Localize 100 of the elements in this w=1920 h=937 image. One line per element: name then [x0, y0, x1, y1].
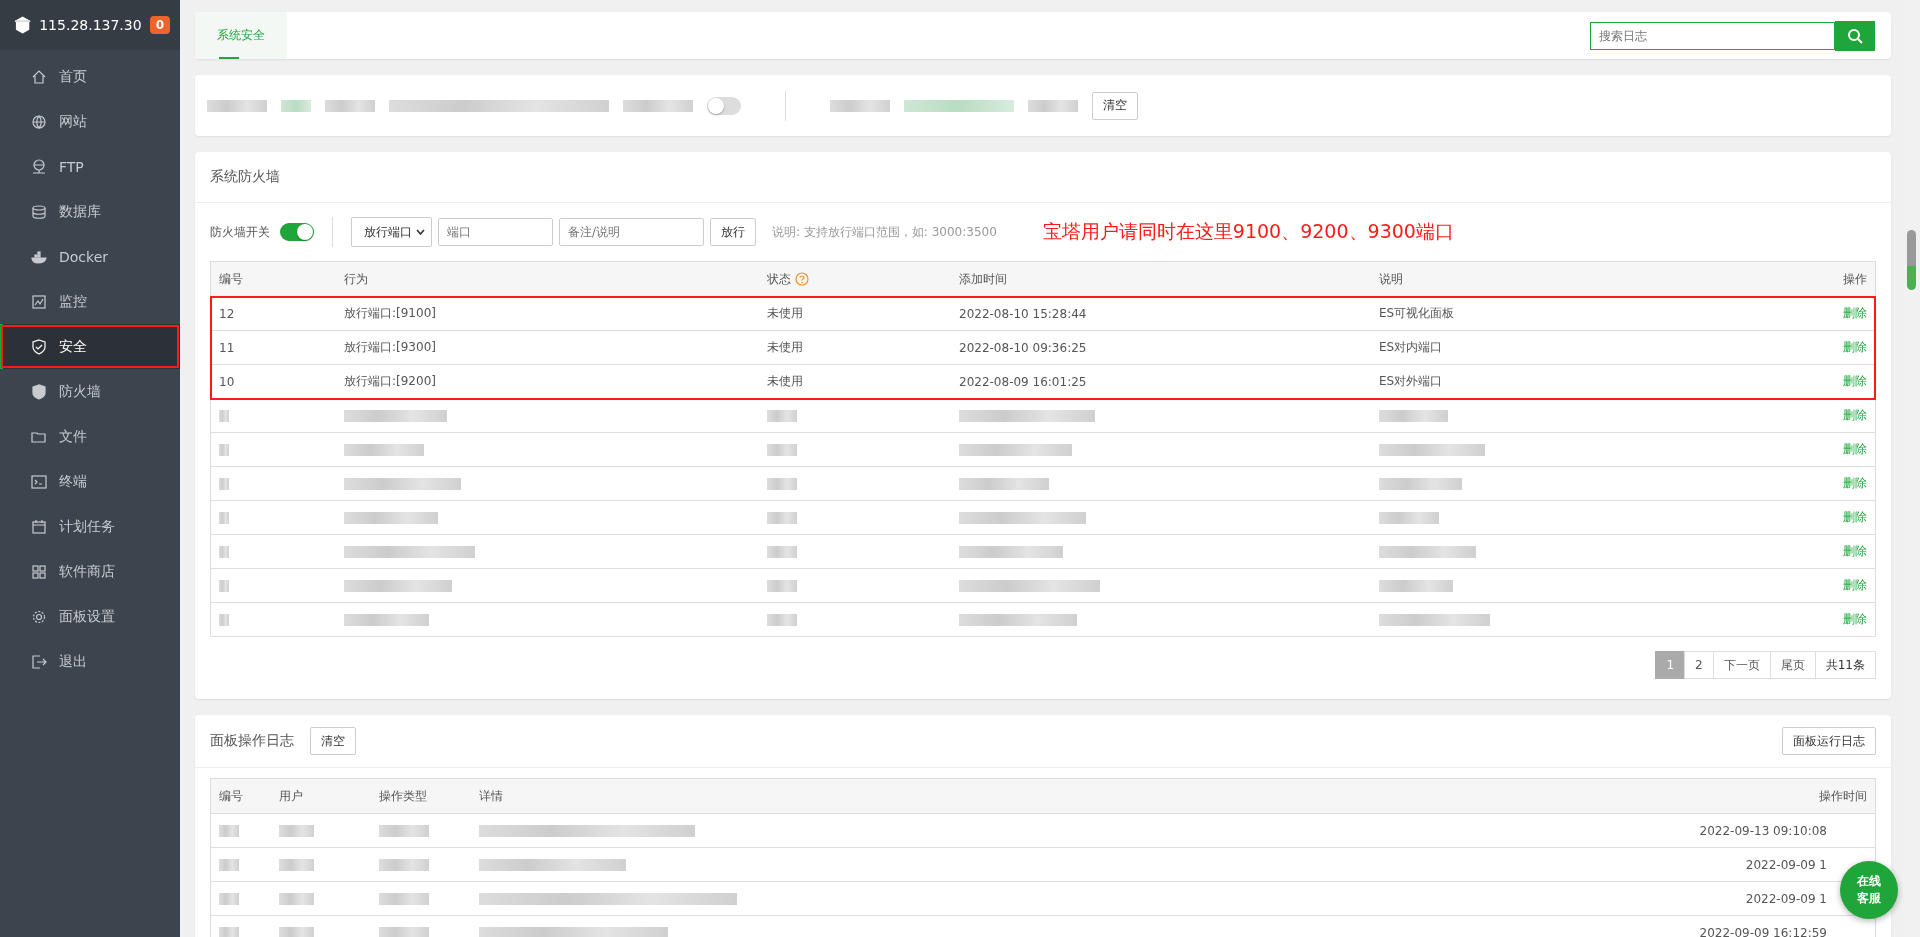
column-header: 操作类型: [378, 787, 428, 805]
table-cell-text: 未使用: [766, 373, 804, 390]
note-field[interactable]: 备注/说明: [559, 218, 704, 246]
exit-icon: [31, 653, 47, 670]
delete-link[interactable]: 删除: [1843, 475, 1867, 492]
blurred-text: [279, 858, 314, 871]
monitor-icon: [31, 293, 47, 310]
column-header: 添加时间: [958, 270, 1008, 288]
annotation-text: 宝塔用户请同时在这里9100、9200、9300端口: [1042, 219, 1454, 244]
table-cell-text: 放行端口:[9100]: [343, 305, 437, 322]
delete-link[interactable]: 删除: [1843, 407, 1867, 424]
blurred-text: [325, 99, 375, 112]
sidebar-item[interactable]: FTP: [0, 144, 180, 189]
last-page-button[interactable]: 尾页: [1769, 651, 1816, 679]
caret-icon: [416, 229, 425, 235]
log-time: 2022-09-09 16:12:59: [1699, 925, 1827, 937]
sidebar-item[interactable]: 退出: [0, 639, 180, 684]
page-button[interactable]: 2: [1684, 651, 1714, 679]
delete-link[interactable]: 删除: [1843, 543, 1867, 560]
section-title: 面板操作日志: [210, 732, 294, 750]
search-icon: [1847, 27, 1863, 44]
blurred-text: [279, 926, 314, 937]
globe-icon: [31, 113, 47, 130]
log-time: 2022-09-13 09:10:08: [1699, 823, 1827, 838]
blurred-text: [279, 892, 314, 905]
server-address: 115.28.137.30: [39, 17, 142, 33]
table-cell-text: 11: [218, 340, 236, 355]
delete-link[interactable]: 删除: [1843, 611, 1867, 628]
search-button[interactable]: [1835, 20, 1875, 51]
blurred-text: [767, 409, 797, 422]
notification-badge[interactable]: 0: [149, 16, 170, 34]
column-header: 说明: [1378, 270, 1404, 288]
sidebar-item[interactable]: 网站: [0, 99, 180, 144]
table-cell-text: ES可视化面板: [1378, 305, 1456, 322]
blurred-text: [219, 477, 229, 490]
blurred-text: [219, 858, 239, 871]
column-header: 用户: [278, 787, 304, 805]
blurred-text: [219, 613, 229, 626]
delete-link[interactable]: 删除: [1843, 441, 1867, 458]
sidebar-item[interactable]: 防火墙: [0, 369, 180, 414]
column-header: 操作时间: [1818, 787, 1868, 805]
sidebar-item[interactable]: 首页: [0, 54, 180, 99]
allow-button[interactable]: 放行: [710, 218, 756, 246]
table-cell-text: 未使用: [766, 305, 804, 322]
next-page-button[interactable]: 下一页: [1712, 651, 1771, 679]
firewall-switch[interactable]: [280, 223, 314, 241]
search-field[interactable]: 搜索日志: [1590, 21, 1835, 50]
clear-button[interactable]: 清空: [310, 727, 356, 755]
blurred-text: [219, 926, 239, 937]
delete-link[interactable]: 删除: [1843, 305, 1867, 322]
ftp-icon: [31, 158, 47, 175]
action-select[interactable]: 放行端口: [351, 217, 432, 247]
delete-link[interactable]: 删除: [1843, 577, 1867, 594]
sidebar-item[interactable]: 安全: [0, 324, 180, 369]
blurred-text: [219, 892, 239, 905]
table-cell-text: 10: [218, 374, 236, 389]
blurred-text: [207, 99, 267, 112]
sidebar-item[interactable]: 面板设置: [0, 594, 180, 639]
column-header: 行为: [343, 270, 369, 288]
gear-icon: [31, 608, 47, 625]
sidebar-item[interactable]: 数据库: [0, 189, 180, 234]
docker-icon: [31, 248, 47, 265]
toggle-switch[interactable]: [707, 96, 741, 115]
blurred-text: [219, 824, 239, 837]
sidebar-item[interactable]: 软件商店: [0, 549, 180, 594]
sidebar-item[interactable]: 文件: [0, 414, 180, 459]
grid-icon: [31, 563, 47, 580]
blurred-text: [767, 511, 797, 524]
blurred-text: [279, 824, 314, 837]
blurred-text: [767, 443, 797, 456]
log-time: 2022-09-09 1: [1745, 891, 1827, 906]
sidebar-item[interactable]: 终端: [0, 459, 180, 504]
table-cell-text: 放行端口:[9200]: [343, 373, 437, 390]
delete-link[interactable]: 删除: [1843, 373, 1867, 390]
blurred-text: [767, 613, 797, 626]
blurred-text: [379, 824, 429, 837]
table-cell-text: 未使用: [766, 339, 804, 356]
sidebar-item[interactable]: Docker: [0, 234, 180, 279]
delete-link[interactable]: 删除: [1843, 509, 1867, 526]
log-time: 2022-09-09 1: [1745, 857, 1827, 872]
port-field[interactable]: 端口: [438, 218, 553, 246]
delete-link[interactable]: 删除: [1843, 339, 1867, 356]
blurred-text: [281, 99, 311, 112]
switch-label: 防火墙开关: [210, 223, 270, 241]
column-header: 详情: [478, 787, 504, 805]
blurred-text: [219, 443, 229, 456]
run-log-button[interactable]: 面板运行日志: [1782, 727, 1876, 755]
blurred-text: [219, 579, 229, 592]
column-header: 操作: [1842, 270, 1868, 288]
table-cell-text: 放行端口:[9300]: [343, 339, 437, 356]
db-icon: [31, 203, 47, 220]
blurred-text: [1379, 409, 1448, 422]
blurred-text: [379, 926, 429, 937]
table-cell-text: 2022-08-09 16:01:25: [958, 374, 1088, 389]
clear-button[interactable]: 清空: [1092, 91, 1138, 120]
blurred-text: [379, 858, 429, 871]
help-icon[interactable]: [795, 272, 809, 286]
sidebar-item[interactable]: 计划任务: [0, 504, 180, 549]
table-cell-text: ES对外端口: [1378, 373, 1444, 390]
sidebar-item[interactable]: 监控: [0, 279, 180, 324]
